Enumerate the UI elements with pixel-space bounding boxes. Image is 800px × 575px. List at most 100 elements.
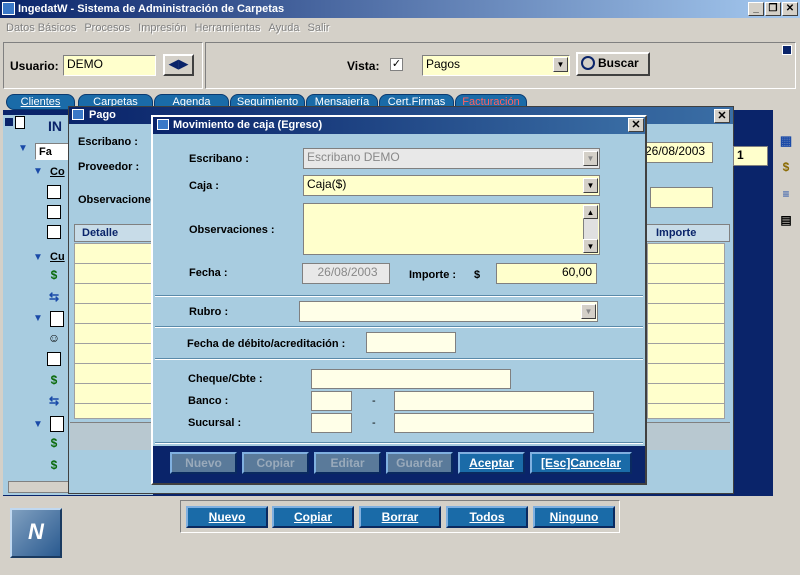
chevron-down-icon[interactable]: ▼ bbox=[583, 178, 598, 193]
caja-select[interactable]: Caja($) bbox=[303, 175, 600, 196]
money-bag-icon[interactable]: $ bbox=[779, 160, 793, 174]
separator bbox=[155, 326, 643, 328]
fecha-debito-label: Fecha de débito/acreditación : bbox=[187, 338, 346, 350]
user-icon: ☺ bbox=[47, 331, 61, 345]
window-icon bbox=[47, 225, 61, 239]
detalle-header: Detalle bbox=[82, 227, 119, 239]
blank-node-icon bbox=[50, 311, 64, 327]
menu-item-datos[interactable]: Datos Básicos bbox=[0, 18, 80, 38]
escribano-label: Escribano : bbox=[189, 153, 249, 165]
tree-node-cu[interactable]: Cu bbox=[50, 251, 65, 263]
dialog-nuevo-button[interactable]: Nuevo bbox=[170, 452, 237, 474]
tab-clientes[interactable]: Clientes bbox=[6, 94, 75, 110]
calculator-icon[interactable]: ▤ bbox=[779, 213, 793, 227]
sucursal-code-field[interactable] bbox=[311, 413, 352, 433]
expand-icon[interactable]: ▼ bbox=[33, 166, 43, 177]
folder-icon bbox=[157, 119, 169, 130]
dollar-icon: $ bbox=[50, 373, 58, 387]
aceptar-button[interactable]: Aceptar bbox=[458, 452, 525, 474]
user-label: Usuario: bbox=[10, 59, 59, 73]
tab-label: Clientes bbox=[20, 96, 61, 108]
menu-item-impresion[interactable]: Impresión bbox=[134, 18, 190, 38]
dialog-editar-button[interactable]: Editar bbox=[314, 452, 381, 474]
menu-bar: Datos Básicos Procesos Impresión Herramient… bbox=[0, 18, 800, 38]
tree-header-glyph: IN bbox=[48, 118, 62, 134]
menu-item-salir[interactable]: Salir bbox=[304, 18, 334, 38]
pago-escribano-label: Escribano : bbox=[78, 136, 138, 148]
borrar-button[interactable]: Borrar bbox=[359, 506, 441, 528]
panel-toggle-icon[interactable] bbox=[782, 45, 792, 55]
pago-grid-rows-left[interactable] bbox=[74, 243, 152, 419]
separator bbox=[155, 442, 643, 444]
ninguno-button[interactable]: Ninguno bbox=[533, 506, 615, 528]
observaciones-label: Observaciones : bbox=[189, 224, 275, 236]
currency-symbol: $ bbox=[474, 269, 481, 281]
separator bbox=[155, 295, 643, 297]
observaciones-textarea[interactable] bbox=[303, 203, 600, 255]
dash-separator: - bbox=[372, 417, 376, 429]
side-counter-field[interactable]: 1 bbox=[733, 146, 768, 166]
dash-separator: - bbox=[372, 395, 376, 407]
pago-proveedor-label: Proveedor : bbox=[78, 161, 140, 173]
rubro-label: Rubro : bbox=[189, 306, 229, 318]
chevron-down-icon[interactable]: ▼ bbox=[581, 304, 596, 319]
fecha-label: Fecha : bbox=[189, 267, 228, 279]
cheque-label: Cheque/Cbte : bbox=[188, 373, 263, 385]
cancelar-button[interactable]: [Esc]Cancelar bbox=[530, 452, 632, 474]
chevron-down-icon[interactable]: ▼ bbox=[553, 57, 568, 72]
restore-icon[interactable]: ❐ bbox=[765, 2, 781, 16]
expand-icon[interactable]: ▼ bbox=[18, 143, 28, 154]
view-select[interactable]: Pagos bbox=[422, 55, 570, 76]
importe-header: Importe bbox=[656, 227, 697, 239]
pago-grid-rows-right[interactable] bbox=[647, 243, 725, 419]
sucursal-name-field[interactable] bbox=[394, 413, 594, 433]
menu-item-ayuda[interactable]: Ayuda bbox=[265, 18, 304, 38]
window-icon bbox=[47, 352, 61, 366]
minimize-icon[interactable]: _ bbox=[748, 2, 764, 16]
caja-label: Caja : bbox=[189, 180, 219, 192]
expand-icon[interactable]: ▼ bbox=[33, 313, 43, 324]
menu-item-herramientas[interactable]: Herramientas bbox=[190, 18, 264, 38]
tree-toggle-icon[interactable] bbox=[5, 118, 13, 126]
scroll-up-icon[interactable]: ▲ bbox=[583, 205, 598, 219]
sucursal-label: Sucursal : bbox=[188, 417, 242, 429]
pago-observaciones-label: Observacione bbox=[78, 194, 151, 206]
user-input[interactable]: DEMO bbox=[63, 55, 156, 76]
cheque-field[interactable] bbox=[311, 369, 511, 389]
view-checkbox[interactable]: ✓ bbox=[390, 58, 403, 71]
importe-field[interactable]: 60,00 bbox=[496, 263, 597, 284]
scroll-down-icon[interactable]: ▼ bbox=[583, 239, 598, 253]
escribano-select[interactable]: Escribano DEMO bbox=[303, 148, 600, 169]
document-icon bbox=[15, 116, 25, 129]
chevron-down-icon[interactable]: ▼ bbox=[583, 151, 598, 166]
dollar-icon: $ bbox=[50, 458, 58, 472]
transfer-icon: ⇆ bbox=[48, 394, 60, 408]
dialog-guardar-button[interactable]: Guardar bbox=[386, 452, 453, 474]
dialog-copiar-button[interactable]: Copiar bbox=[242, 452, 309, 474]
pago-close-icon[interactable]: ✕ bbox=[714, 109, 730, 123]
copiar-button[interactable]: Copiar bbox=[272, 506, 354, 528]
fecha-field[interactable]: 26/08/2003 bbox=[302, 263, 390, 284]
document-list-icon[interactable]: ≡ bbox=[779, 187, 793, 201]
calculator-icon[interactable]: ▦ bbox=[779, 134, 793, 148]
tree-node-co[interactable]: Co bbox=[50, 166, 65, 178]
dialog-close-icon[interactable]: ✕ bbox=[628, 118, 644, 132]
app-title-bar: IngedatW - Sistema de Administración de … bbox=[0, 0, 800, 18]
expand-icon[interactable]: ▼ bbox=[33, 252, 43, 263]
fecha-debito-field[interactable] bbox=[366, 332, 456, 353]
rubro-select[interactable] bbox=[299, 301, 598, 322]
view-label: Vista: bbox=[347, 59, 380, 73]
nuevo-button[interactable]: Nuevo bbox=[186, 506, 268, 528]
pago-obs-field[interactable] bbox=[650, 187, 713, 208]
swap-arrows-icon[interactable]: ◀▶ bbox=[163, 54, 194, 76]
todos-button[interactable]: Todos bbox=[446, 506, 528, 528]
expand-icon[interactable]: ▼ bbox=[33, 419, 43, 430]
importe-label: Importe : bbox=[409, 269, 457, 281]
banco-name-field[interactable] bbox=[394, 391, 594, 411]
window-icon bbox=[47, 205, 61, 219]
app-title: IngedatW - Sistema de Administración de … bbox=[18, 3, 285, 15]
close-icon[interactable]: ✕ bbox=[782, 2, 798, 16]
pago-date-field[interactable]: 26/08/2003 bbox=[641, 142, 713, 163]
menu-item-procesos[interactable]: Procesos bbox=[80, 18, 134, 38]
banco-code-field[interactable] bbox=[311, 391, 352, 411]
